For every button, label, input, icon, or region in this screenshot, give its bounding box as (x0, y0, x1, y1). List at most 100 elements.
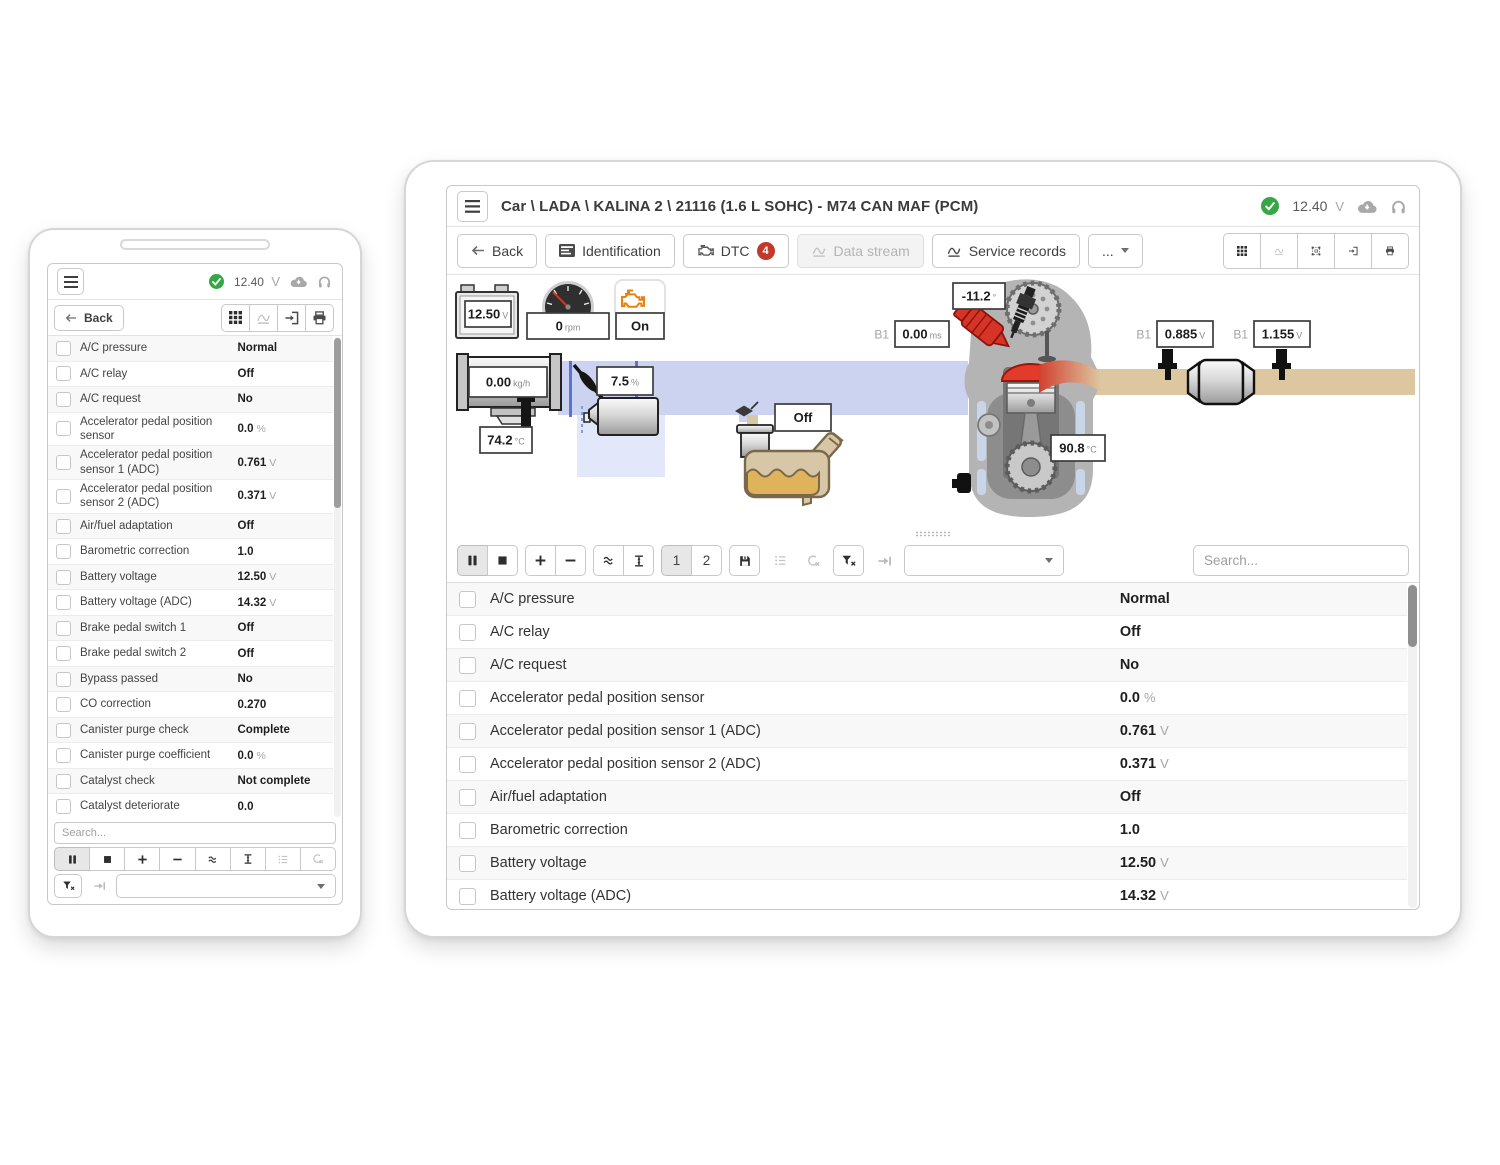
data-stream-button[interactable]: Data stream (797, 234, 924, 268)
list-item[interactable]: Brake pedal switch 1 Off (48, 616, 333, 642)
add-button[interactable] (124, 847, 160, 871)
filter-button[interactable] (833, 545, 864, 576)
parameter-set-dropdown[interactable] (904, 545, 1064, 576)
stop-button[interactable] (487, 545, 518, 576)
row-checkbox[interactable] (459, 690, 476, 707)
list-item[interactable]: Canister purge coefficient 0.0% (48, 743, 333, 769)
table-scrollbar-thumb[interactable] (1408, 585, 1417, 647)
row-checkbox[interactable] (56, 595, 71, 610)
list-item[interactable]: Catalyst check Not complete (48, 769, 333, 795)
table-row[interactable]: Accelerator pedal position sensor 0.0% (447, 682, 1407, 715)
table-row[interactable]: A/C relay Off (447, 616, 1407, 649)
more-button[interactable]: ... (1088, 234, 1143, 268)
back-button[interactable]: Back (457, 234, 537, 268)
row-checkbox[interactable] (56, 421, 71, 436)
add-button[interactable] (525, 545, 556, 576)
export-button[interactable] (1334, 233, 1372, 269)
smooth-button[interactable] (195, 847, 231, 871)
row-checkbox[interactable] (56, 774, 71, 789)
goto-end-button[interactable] (871, 554, 897, 568)
smooth-button[interactable] (593, 545, 624, 576)
parameter-set-dropdown[interactable] (116, 874, 336, 898)
print-button[interactable] (1371, 233, 1409, 269)
grid-view-button[interactable] (1223, 233, 1261, 269)
back-button[interactable]: Back (54, 305, 124, 331)
pause-button[interactable] (54, 847, 90, 871)
row-checkbox[interactable] (459, 657, 476, 674)
menu-button[interactable] (57, 268, 84, 295)
list-item[interactable]: Catalyst deteriorate 0.0 (48, 794, 333, 818)
print-button[interactable] (305, 304, 334, 332)
cloud-download-icon[interactable] (1357, 199, 1377, 214)
row-checkbox[interactable] (56, 519, 71, 534)
service-records-button[interactable]: Service records (932, 234, 1080, 268)
row-checkbox[interactable] (56, 799, 71, 814)
list-item[interactable]: Bypass passed No (48, 667, 333, 693)
list-button[interactable] (265, 847, 301, 871)
row-checkbox[interactable] (56, 341, 71, 356)
table-row[interactable]: Barometric correction 1.0 (447, 814, 1407, 847)
clear-button[interactable] (800, 554, 826, 568)
table-row[interactable]: Battery voltage 12.50V (447, 847, 1407, 880)
export-button[interactable] (277, 304, 306, 332)
pause-button[interactable] (457, 545, 488, 576)
list-item[interactable]: Accelerator pedal position sensor 2 (ADC… (48, 480, 333, 514)
row-checkbox[interactable] (459, 822, 476, 839)
search-input[interactable] (1193, 545, 1409, 576)
table-row[interactable]: Air/fuel adaptation Off (447, 781, 1407, 814)
row-checkbox[interactable] (56, 646, 71, 661)
row-checkbox[interactable] (459, 888, 476, 905)
row-checkbox[interactable] (56, 489, 71, 504)
list-item[interactable]: Accelerator pedal position sensor 0.0% (48, 413, 333, 447)
chart-view-button[interactable] (249, 304, 278, 332)
list-item[interactable]: Barometric correction 1.0 (48, 539, 333, 565)
list-button[interactable] (767, 554, 793, 567)
table-row[interactable]: A/C request No (447, 649, 1407, 682)
row-checkbox[interactable] (56, 748, 71, 763)
list-item[interactable]: Canister purge check Complete (48, 718, 333, 744)
range-button[interactable] (230, 847, 266, 871)
row-checkbox[interactable] (459, 591, 476, 608)
page-1-button[interactable]: 1 (661, 545, 692, 576)
table-row[interactable]: A/C pressure Normal (447, 583, 1407, 616)
phone-scrollbar-thumb[interactable] (334, 338, 341, 508)
phone-scrollbar[interactable] (334, 337, 341, 817)
grid-view-button[interactable] (221, 304, 250, 332)
list-item[interactable]: Battery voltage (ADC) 14.32V (48, 590, 333, 616)
row-checkbox[interactable] (56, 544, 71, 559)
row-checkbox[interactable] (56, 455, 71, 470)
row-checkbox[interactable] (56, 366, 71, 381)
identification-button[interactable]: Identification (545, 234, 675, 268)
row-checkbox[interactable] (56, 621, 71, 636)
filter-button[interactable] (54, 874, 82, 898)
remove-button[interactable] (555, 545, 586, 576)
row-checkbox[interactable] (56, 697, 71, 712)
page-2-button[interactable]: 2 (691, 545, 722, 576)
headphones-icon[interactable] (1390, 198, 1407, 215)
list-item[interactable]: CO correction 0.270 (48, 692, 333, 718)
list-item[interactable]: Accelerator pedal position sensor 1 (ADC… (48, 446, 333, 480)
list-item[interactable]: A/C relay Off (48, 362, 333, 388)
dtc-button[interactable]: DTC 4 (683, 234, 789, 268)
save-button[interactable] (729, 545, 760, 576)
list-item[interactable]: A/C request No (48, 387, 333, 413)
list-item[interactable]: A/C pressure Normal (48, 336, 333, 362)
search-input[interactable] (54, 822, 336, 844)
row-checkbox[interactable] (459, 723, 476, 740)
range-button[interactable] (623, 545, 654, 576)
select-region-button[interactable] (1297, 233, 1335, 269)
table-scrollbar[interactable] (1408, 584, 1417, 908)
table-row[interactable]: Accelerator pedal position sensor 1 (ADC… (447, 715, 1407, 748)
row-checkbox[interactable] (459, 624, 476, 641)
row-checkbox[interactable] (459, 756, 476, 773)
row-checkbox[interactable] (56, 672, 71, 687)
row-checkbox[interactable] (56, 570, 71, 585)
panel-splitter[interactable] (447, 528, 1419, 539)
list-item[interactable]: Brake pedal switch 2 Off (48, 641, 333, 667)
menu-button[interactable] (457, 191, 488, 222)
table-row[interactable]: Accelerator pedal position sensor 2 (ADC… (447, 748, 1407, 781)
row-checkbox[interactable] (459, 789, 476, 806)
remove-button[interactable] (159, 847, 195, 871)
list-item[interactable]: Air/fuel adaptation Off (48, 514, 333, 540)
chart-view-button[interactable] (1260, 233, 1298, 269)
